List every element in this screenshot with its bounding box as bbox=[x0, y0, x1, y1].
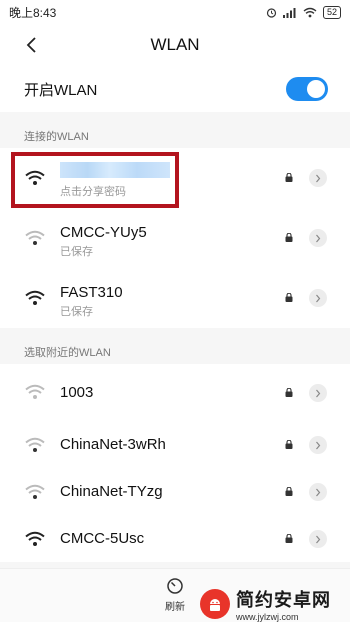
nearby-network-row[interactable]: 1003 bbox=[0, 364, 350, 421]
nearby-network-row[interactable]: CMCC-5Usc bbox=[0, 515, 350, 562]
chevron-right-icon bbox=[316, 441, 321, 449]
network-ssid: CMCC-5Usc bbox=[60, 530, 145, 547]
network-ssid: FAST310 bbox=[60, 284, 123, 301]
network-ssid: ChinaNet-3wRh bbox=[60, 436, 166, 453]
saved-network-row[interactable]: CMCC-YUy5 已保存 bbox=[0, 208, 350, 268]
page-title: WLAN bbox=[150, 35, 200, 54]
network-status: 已保存 bbox=[60, 306, 93, 318]
network-ssid: CMCC-YUy5 bbox=[60, 224, 147, 241]
network-ssid: ChinaNet-TYzg bbox=[60, 483, 163, 500]
chevron-right-icon bbox=[316, 174, 321, 182]
status-time: 晚上8:43 bbox=[9, 5, 57, 20]
lock-icon bbox=[285, 293, 293, 302]
chevron-right-icon bbox=[316, 389, 321, 397]
nearby-network-row[interactable]: ChinaNet-3wRh bbox=[0, 421, 350, 468]
lock-icon bbox=[285, 487, 293, 496]
details-button[interactable] bbox=[309, 289, 327, 307]
wifi-strong-icon bbox=[25, 290, 45, 305]
nearby-network-row[interactable]: ChinaNet-TYzg bbox=[0, 468, 350, 515]
android-logo-icon bbox=[200, 589, 230, 619]
lock-icon bbox=[285, 388, 293, 397]
refresh-label: 刷新 bbox=[165, 602, 185, 613]
battery-indicator: 52 bbox=[322, 5, 341, 19]
wlan-toggle-row[interactable]: 开启WLAN bbox=[0, 66, 350, 112]
details-button[interactable] bbox=[309, 483, 327, 501]
section-header-nearby: 选取附近的WLAN bbox=[0, 328, 350, 364]
nearby-list: 1003 ChinaNet-3wRh ChinaNet-TYzg CMCC-5U… bbox=[0, 364, 350, 562]
details-button[interactable] bbox=[309, 436, 327, 454]
toggle-knob bbox=[307, 80, 325, 98]
cellular-signal-icon bbox=[282, 7, 296, 18]
chevron-right-icon bbox=[316, 535, 321, 543]
title-bar: WLAN bbox=[0, 24, 350, 66]
saved-network-row[interactable]: FAST310 已保存 bbox=[0, 268, 350, 328]
chevron-right-icon bbox=[316, 294, 321, 302]
wifi-weak-icon bbox=[25, 384, 45, 399]
wifi-weak-icon bbox=[25, 437, 45, 452]
lock-icon bbox=[285, 534, 293, 543]
details-button[interactable] bbox=[309, 530, 327, 548]
wifi-status-icon bbox=[303, 7, 317, 17]
details-button[interactable] bbox=[309, 384, 327, 402]
details-button[interactable] bbox=[309, 169, 327, 187]
chevron-right-icon bbox=[316, 488, 321, 496]
network-ssid: 1003 bbox=[60, 384, 94, 401]
watermark: 简约安卓网 www.jylzwj.com bbox=[200, 586, 350, 622]
wlan-toggle-label: 开启WLAN bbox=[24, 81, 98, 99]
watermark-url: www.jylzwj.com bbox=[236, 612, 299, 622]
refresh-icon bbox=[167, 578, 183, 594]
wlan-toggle-switch[interactable] bbox=[286, 77, 328, 101]
highlight-box bbox=[11, 152, 179, 208]
network-status: 已保存 bbox=[60, 246, 93, 258]
lock-icon bbox=[285, 233, 293, 242]
alarm-icon bbox=[266, 7, 277, 18]
lock-icon bbox=[285, 173, 293, 182]
watermark-title: 简约安卓网 bbox=[236, 590, 331, 610]
chevron-right-icon bbox=[316, 234, 321, 242]
wifi-weak-icon bbox=[25, 230, 45, 245]
status-icons: 52 bbox=[266, 5, 341, 19]
refresh-button[interactable]: 刷新 bbox=[160, 577, 190, 613]
section-header-connected: 连接的WLAN bbox=[0, 112, 350, 148]
wifi-weak-icon bbox=[25, 484, 45, 499]
wifi-strong-icon bbox=[25, 531, 45, 546]
details-button[interactable] bbox=[309, 229, 327, 247]
lock-icon bbox=[285, 440, 293, 449]
status-bar: 晚上8:43 52 bbox=[0, 0, 350, 24]
